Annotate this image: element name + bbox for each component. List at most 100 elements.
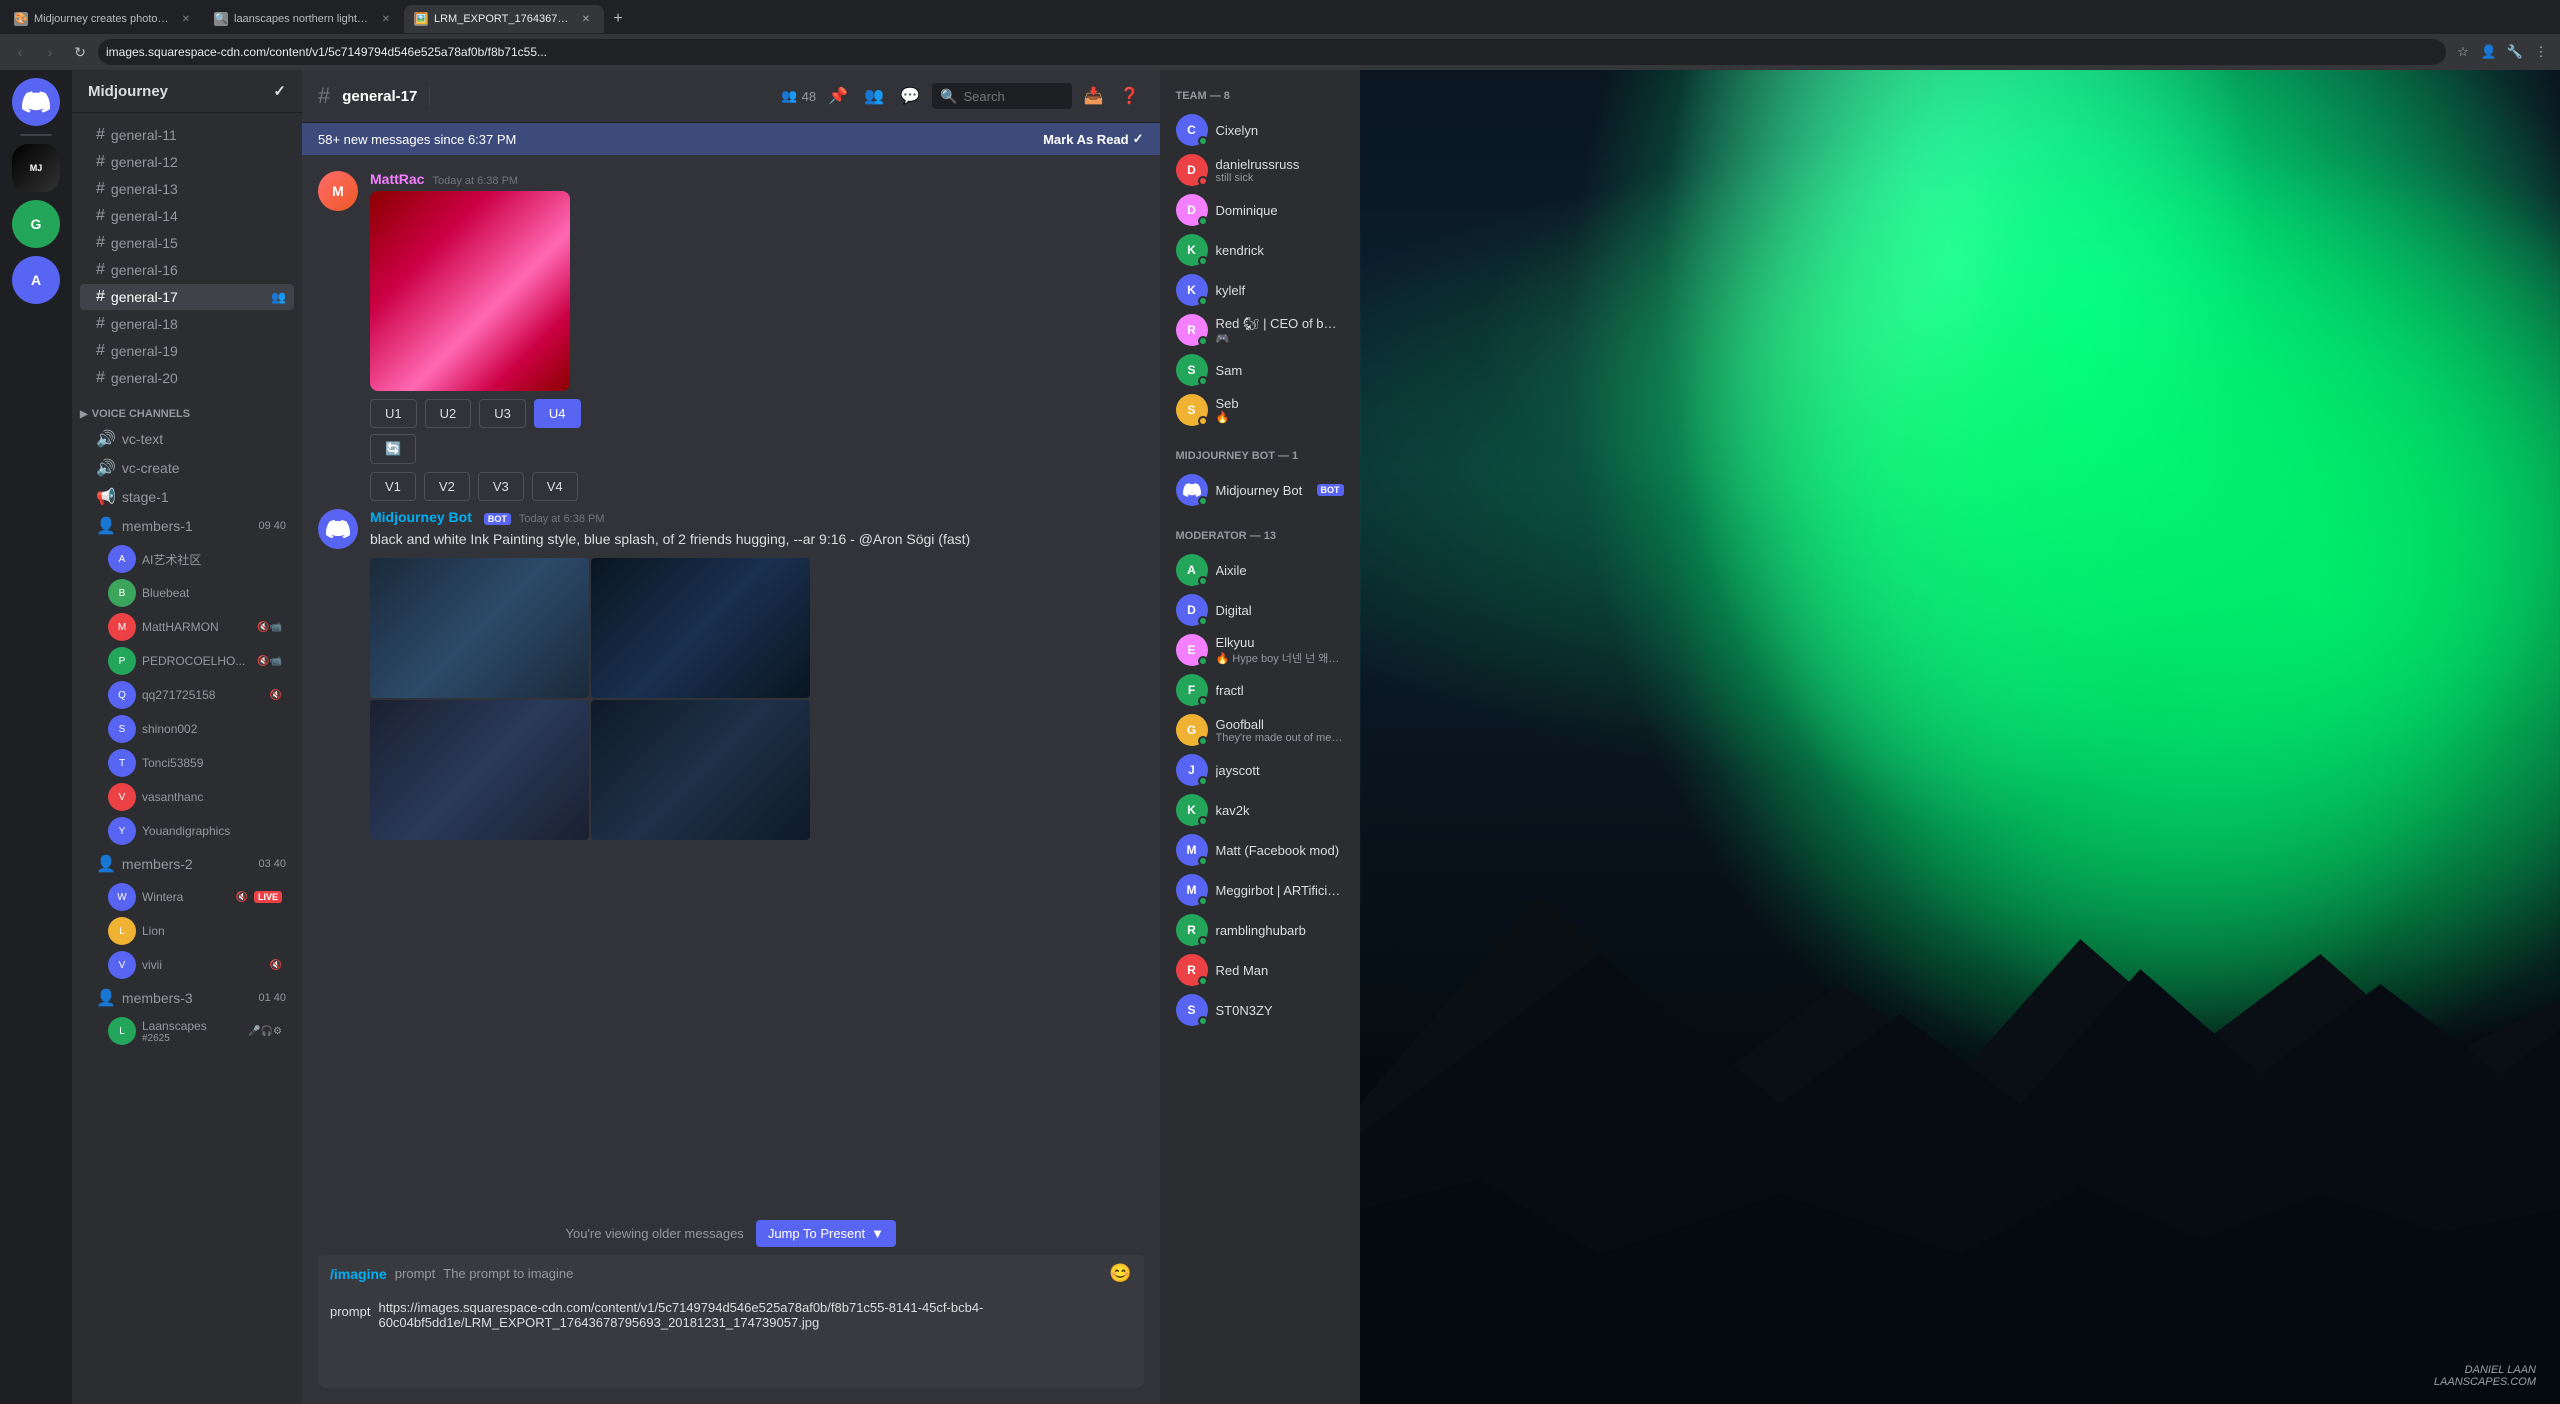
v4-button[interactable]: V4 [532, 472, 578, 501]
inbox-button[interactable]: 📥 [1080, 82, 1108, 110]
other-server-2[interactable]: A [12, 256, 60, 304]
member-red-man[interactable]: R Red Man [1168, 950, 1352, 990]
channel-item-members3[interactable]: 👤 members-3 01 40 [80, 984, 294, 1012]
tab-2-close[interactable]: ✕ [378, 11, 394, 27]
channel-item-general20[interactable]: # general-20 [80, 365, 294, 391]
channel-item-general18[interactable]: # general-18 [80, 311, 294, 337]
kendrick-status [1198, 256, 1208, 266]
member-digital[interactable]: D Digital [1168, 590, 1352, 630]
tab-3[interactable]: 🖼️ LRM_EXPORT_17643678795693... ✕ [404, 5, 604, 33]
v2-button[interactable]: V2 [424, 472, 470, 501]
member-meggirbot[interactable]: M Meggirbot | ARTificial... [1168, 870, 1352, 910]
member-mjbot[interactable]: Midjourney Bot BOT [1168, 470, 1352, 510]
member-wintera[interactable]: W Wintera 🔇 LIVE [104, 881, 286, 913]
v3-button[interactable]: V3 [478, 472, 524, 501]
meggirbot-name-area: Meggirbot | ARTificial... [1216, 883, 1344, 898]
profile-icon[interactable]: 👤 [2478, 41, 2500, 63]
extension-icon[interactable]: 🔧 [2504, 41, 2526, 63]
other-server-1[interactable]: G [12, 200, 60, 248]
refresh-button[interactable]: ↻ [68, 40, 92, 64]
channel-item-general17[interactable]: # general-17 👥 [80, 284, 294, 310]
member-vivii[interactable]: V vivii 🔇 [104, 949, 286, 981]
tab-1[interactable]: 🎨 Midjourney creates photorealis... ✕ [4, 5, 204, 33]
bookmark-icon[interactable]: ☆ [2452, 41, 2474, 63]
red-man-status [1198, 976, 1208, 986]
new-messages-bar[interactable]: 58+ new messages since 6:37 PM Mark As R… [302, 123, 1160, 155]
midjourney-server-icon[interactable]: MJ [12, 144, 60, 192]
channel-item-members2[interactable]: 👤 members-2 03 40 [80, 850, 294, 878]
channel-item-general19[interactable]: # general-19 [80, 338, 294, 364]
hide-threads-button[interactable]: 💬 [896, 82, 924, 110]
member-st0n3zy[interactable]: S ST0N3ZY [1168, 990, 1352, 1030]
member-lion[interactable]: L Lion [104, 915, 286, 947]
forward-button[interactable]: › [38, 40, 62, 64]
member-kav2k[interactable]: K kav2k [1168, 790, 1352, 830]
channel-item-general13[interactable]: # general-13 [80, 176, 294, 202]
channel-item-general12[interactable]: # general-12 [80, 149, 294, 175]
members-3-list: L Laanscapes #2625 🎤🎧⚙ [72, 1013, 302, 1049]
members-sidebar: TEAM — 8 C Cixelyn D danielrussruss stil… [1160, 70, 1360, 1404]
member-goofball[interactable]: G Goofball They're made out of meat. [1168, 710, 1352, 750]
search-input[interactable] [964, 89, 1064, 104]
new-tab-button[interactable]: + [604, 5, 632, 33]
member-rambling[interactable]: R ramblinghubarb [1168, 910, 1352, 950]
st0n3zy-avatar: S [1176, 994, 1208, 1026]
member-qq[interactable]: Q qq271725158 🔇 [104, 679, 286, 711]
help-button[interactable]: ❓ [1116, 82, 1144, 110]
member-kylelf[interactable]: K kylelf [1168, 270, 1352, 310]
u3-button[interactable]: U3 [479, 399, 526, 428]
member-bluebeat[interactable]: B Bluebeat [104, 577, 286, 609]
goofball-avatar: G [1176, 714, 1208, 746]
mark-as-read-button[interactable]: Mark As Read ✓ [1043, 131, 1143, 147]
channel-item-vc-text[interactable]: 🔊 vc-text [80, 425, 294, 453]
member-sam[interactable]: S Sam [1168, 350, 1352, 390]
member-ai-art[interactable]: A AI艺术社区 [104, 543, 286, 575]
member-dominique[interactable]: D Dominique [1168, 190, 1352, 230]
u4-button[interactable]: U4 [534, 399, 581, 428]
pin-button[interactable]: 📌 [824, 82, 852, 110]
channel-item-members1[interactable]: 👤 members-1 09 40 [80, 512, 294, 540]
discord-home-button[interactable] [12, 78, 60, 126]
member-shinon[interactable]: S shinon002 [104, 713, 286, 745]
member-vasanth[interactable]: V vasanthanc [104, 781, 286, 813]
member-laanscapes[interactable]: L Laanscapes #2625 🎤🎧⚙ [104, 1015, 286, 1047]
mjbot-image-grid[interactable] [370, 558, 810, 840]
jump-to-present-button[interactable]: Jump To Present ▼ [756, 1220, 896, 1247]
back-button[interactable]: ‹ [8, 40, 32, 64]
members-button[interactable]: 👥 [860, 82, 888, 110]
mattrac-image[interactable] [370, 191, 570, 391]
tab-3-close[interactable]: ✕ [578, 11, 594, 27]
v1-button[interactable]: V1 [370, 472, 416, 501]
channel-item-vc-create[interactable]: 🔊 vc-create [80, 454, 294, 482]
menu-icon[interactable]: ⋮ [2530, 41, 2552, 63]
emoji-button-top[interactable]: 😊 [1109, 1263, 1131, 1284]
member-pedro[interactable]: P PEDROCOELHO... 🔇📹 [104, 645, 286, 677]
member-danielruss[interactable]: D danielrussruss still sick [1168, 150, 1352, 190]
server-header[interactable]: Midjourney ✓ [72, 70, 302, 113]
member-red-ceo[interactable]: R Red 🐿 | CEO of bugs ... 🎮 [1168, 310, 1352, 350]
url-input[interactable] [98, 39, 2446, 65]
channel-item-general15[interactable]: # general-15 [80, 230, 294, 256]
channel-item-general11[interactable]: # general-11 [80, 122, 294, 148]
member-jayscott[interactable]: J jayscott [1168, 750, 1352, 790]
u1-button[interactable]: U1 [370, 399, 417, 428]
tab-1-close[interactable]: ✕ [178, 11, 194, 27]
member-aixile[interactable]: A Aixile [1168, 550, 1352, 590]
member-matt-fb[interactable]: M Matt (Facebook mod) [1168, 830, 1352, 870]
u2-button[interactable]: U2 [425, 399, 472, 428]
voice-channels-category[interactable]: ▶ VOICE CHANNELS [72, 392, 302, 424]
refresh-generation-button[interactable]: 🔄 [370, 434, 416, 464]
channel-item-general16[interactable]: # general-16 [80, 257, 294, 283]
member-seb[interactable]: S Seb 🔥 [1168, 390, 1352, 430]
member-kendrick[interactable]: K kendrick [1168, 230, 1352, 270]
message-input[interactable]: https://images.squarespace-cdn.com/conte… [378, 1300, 1131, 1380]
member-fractl[interactable]: F fractl [1168, 670, 1352, 710]
channel-item-general14[interactable]: # general-14 [80, 203, 294, 229]
channel-item-stage1[interactable]: 📢 stage-1 [80, 483, 294, 511]
member-tonci[interactable]: T Tonci53859 [104, 747, 286, 779]
tab-2[interactable]: 🔍 laanscapes northern lights - Go... ✕ [204, 5, 404, 33]
member-elkyuu[interactable]: E Elkyuu 🔥 Hype boy 너넨 넌 왜해 Hype ... [1168, 630, 1352, 670]
member-cixelyn[interactable]: C Cixelyn [1168, 110, 1352, 150]
member-youandi[interactable]: Y Youandigraphics [104, 815, 286, 847]
member-matt-harmon[interactable]: M MattHARMON 🔇📹 [104, 611, 286, 643]
